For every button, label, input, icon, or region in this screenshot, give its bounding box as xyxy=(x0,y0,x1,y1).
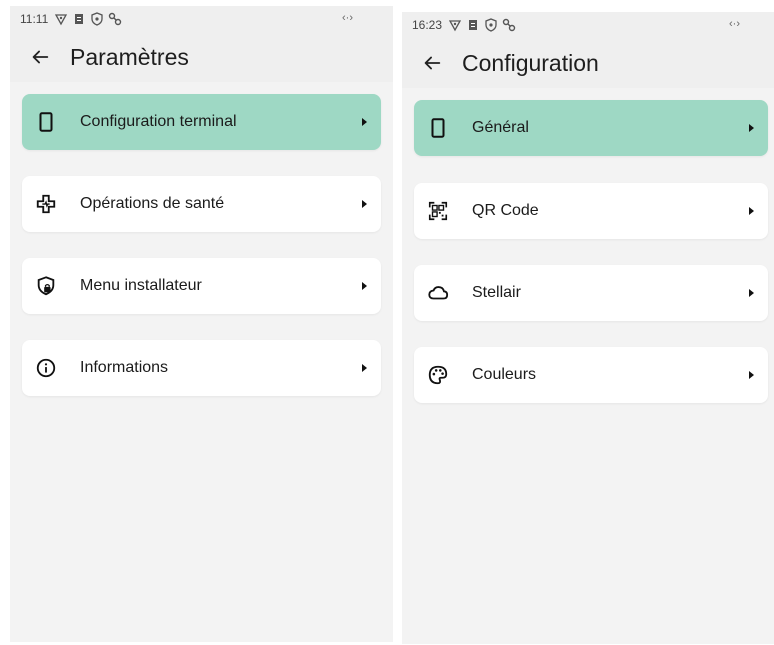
chevron-right-icon xyxy=(362,118,367,126)
qr-code-icon xyxy=(426,199,450,223)
palette-icon xyxy=(426,363,450,387)
network-indicator: ‹·› xyxy=(729,18,740,30)
status-time: 16:23 xyxy=(412,18,443,32)
chevron-right-icon xyxy=(362,282,367,290)
vpn-icon xyxy=(448,18,462,32)
menu-item-menu-installateur[interactable]: Menu installateur xyxy=(22,258,381,314)
link-icon xyxy=(108,12,122,26)
chevron-right-icon xyxy=(362,200,367,208)
chevron-right-icon xyxy=(362,364,367,372)
shield-status-icon xyxy=(484,18,498,32)
vpn-icon xyxy=(54,12,68,26)
clipboard-icon xyxy=(72,12,86,26)
chevron-right-icon xyxy=(749,371,754,379)
phone-icon xyxy=(34,110,58,134)
status-bar: 11:11 ‹·› xyxy=(10,6,393,32)
clipboard-icon xyxy=(466,18,480,32)
menu-item-qr-code[interactable]: QR Code xyxy=(414,183,768,239)
menu-item-label: Opérations de santé xyxy=(80,195,225,212)
status-time: 11:11 xyxy=(20,12,49,26)
menu-item-informations[interactable]: Informations xyxy=(22,340,381,396)
app-bar: Configuration xyxy=(402,38,774,88)
arrow-left-icon xyxy=(32,50,49,64)
menu-item-label: Informations xyxy=(80,359,169,376)
chevron-right-icon xyxy=(749,207,754,215)
menu-list: Général QR Code Stellair Couleurs xyxy=(402,88,774,644)
network-indicator: ‹·› xyxy=(342,12,353,24)
link-icon xyxy=(502,18,516,32)
app-bar: Paramètres xyxy=(10,32,393,82)
menu-item-configuration-terminal[interactable]: Configuration terminal xyxy=(22,94,381,150)
cloud-icon xyxy=(426,281,450,305)
medical-cross-icon xyxy=(34,192,58,216)
settings-screen: 11:11 ‹·› Paramètres Configuration termi… xyxy=(10,6,393,642)
menu-item-label: Général xyxy=(472,119,529,136)
menu-item-label: QR Code xyxy=(472,202,539,219)
phone-icon xyxy=(426,116,450,140)
chevron-right-icon xyxy=(749,289,754,297)
menu-item-couleurs[interactable]: Couleurs xyxy=(414,347,768,403)
menu-item-label: Configuration terminal xyxy=(80,113,237,130)
shield-status-icon xyxy=(90,12,104,26)
menu-item-operations-sante[interactable]: Opérations de santé xyxy=(22,176,381,232)
back-button[interactable] xyxy=(420,51,444,75)
menu-item-stellair[interactable]: Stellair xyxy=(414,265,768,321)
menu-item-label: Couleurs xyxy=(472,366,537,383)
back-button[interactable] xyxy=(28,45,52,69)
menu-item-label: Menu installateur xyxy=(80,277,202,294)
menu-list: Configuration terminal Opérations de san… xyxy=(10,82,393,642)
status-bar: 16:23 ‹·› xyxy=(402,12,774,38)
menu-item-label: Stellair xyxy=(472,284,521,301)
arrow-left-icon xyxy=(424,56,441,70)
info-icon xyxy=(34,356,58,380)
page-title: Paramètres xyxy=(70,43,189,70)
chevron-right-icon xyxy=(749,124,754,132)
shield-lock-icon xyxy=(34,274,58,298)
configuration-screen: 16:23 ‹·› Configuration Général QR Code … xyxy=(402,12,774,644)
menu-item-general[interactable]: Général xyxy=(414,100,768,156)
page-title: Configuration xyxy=(462,49,599,76)
